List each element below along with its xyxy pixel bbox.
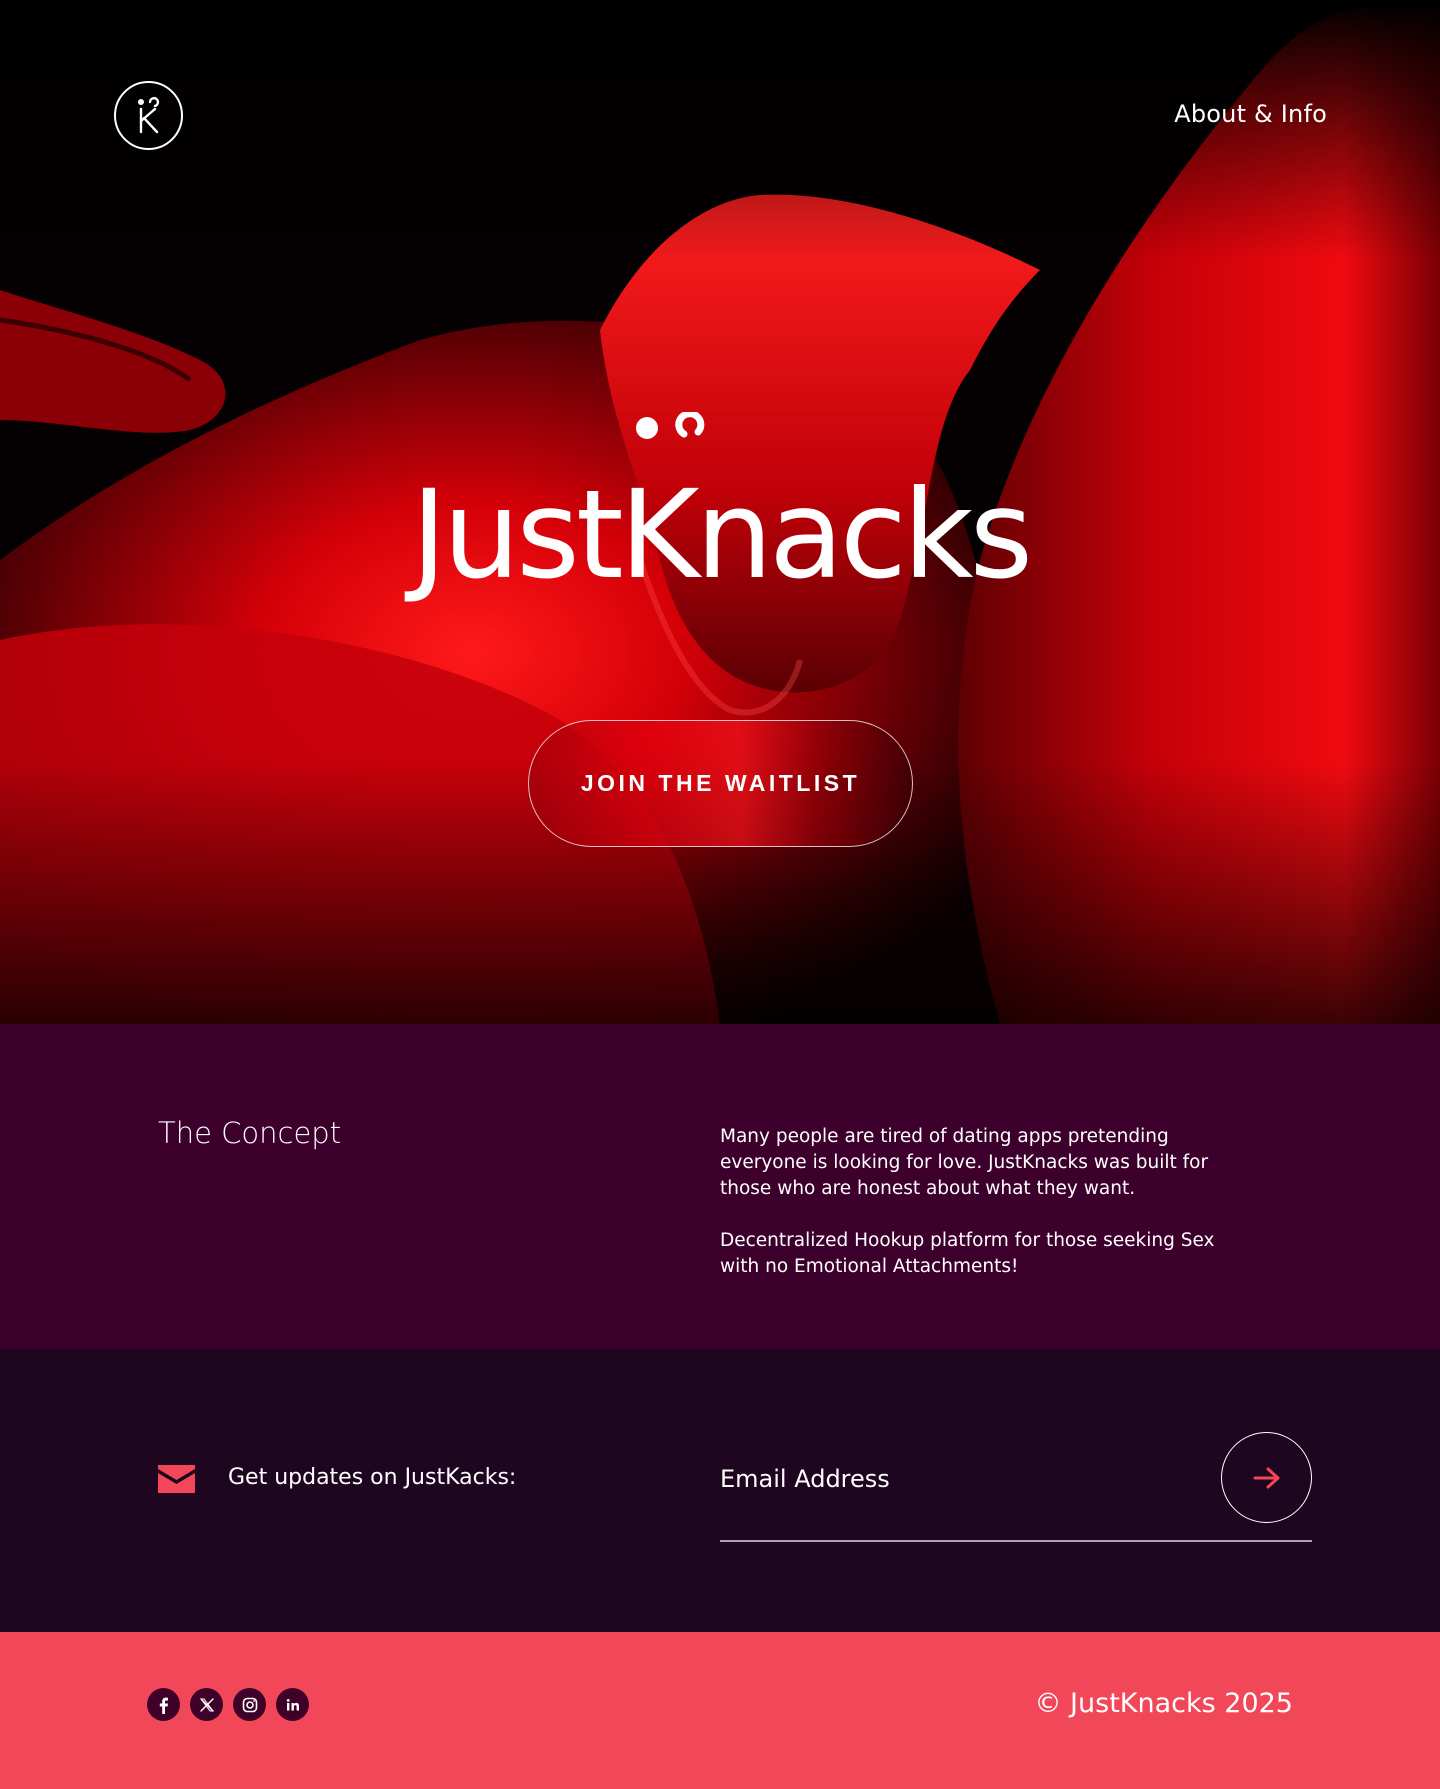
nav-link-about[interactable]: About & Info (1174, 100, 1327, 128)
instagram-icon (242, 1697, 257, 1712)
mail-icon (158, 1465, 195, 1493)
concept-body: Many people are tired of dating apps pre… (720, 1124, 1250, 1306)
arrow-right-icon (1253, 1467, 1279, 1488)
facebook-link[interactable] (147, 1688, 180, 1721)
x-link[interactable] (190, 1688, 223, 1721)
email-input[interactable] (720, 1456, 1140, 1502)
hero-section: About & Info JustKnacks JOIN THE WAITLIS… (0, 0, 1440, 1024)
concept-paragraph: Many people are tired of dating apps pre… (720, 1126, 1209, 1199)
submit-email-button[interactable] (1221, 1432, 1312, 1523)
linkedin-link[interactable] (276, 1688, 309, 1721)
brand-wordmark: JustKnacks (410, 463, 1033, 606)
logo-button[interactable] (114, 81, 183, 150)
copyright-text: © JustKnacks 2025 (1034, 1688, 1293, 1719)
newsletter-section: Get updates on JustKacks: (0, 1349, 1440, 1632)
site-header: About & Info (0, 0, 1440, 200)
concept-paragraph: Decentralized Hookup platform for those … (720, 1230, 1215, 1277)
newsletter-label: Get updates on JustKacks: (228, 1465, 517, 1490)
concept-section: The Concept Many people are tired of dat… (0, 1024, 1440, 1349)
facebook-icon (159, 1697, 168, 1714)
social-links (147, 1688, 309, 1721)
footer: © JustKnacks 2025 (0, 1632, 1440, 1789)
instagram-link[interactable] (233, 1688, 266, 1721)
x-icon (199, 1697, 214, 1712)
join-waitlist-button[interactable]: JOIN THE WAITLIST (528, 720, 913, 847)
wordmark-dots-icon (636, 412, 705, 439)
concept-title: The Concept (158, 1116, 342, 1150)
email-underline (720, 1540, 1312, 1542)
linkedin-icon (286, 1698, 299, 1710)
k-monogram-icon (137, 96, 159, 133)
